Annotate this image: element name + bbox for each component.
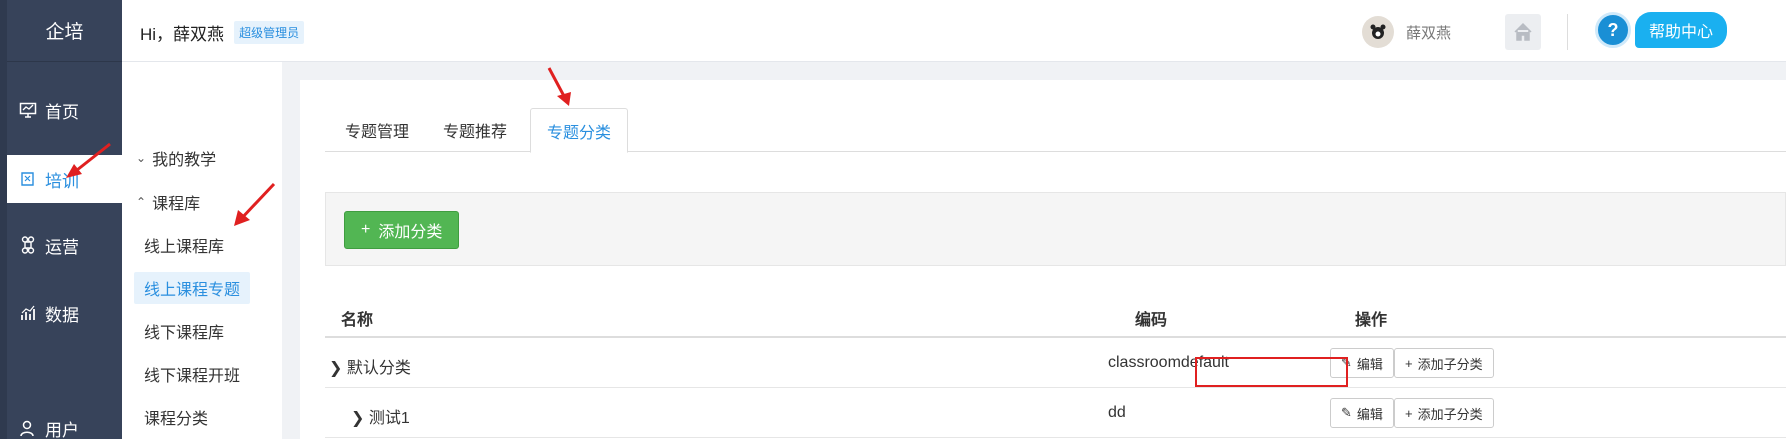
- row-code: dd: [1108, 404, 1126, 421]
- row-name-text: 默认分类: [346, 360, 411, 377]
- rail-item-label: 用户: [45, 420, 79, 439]
- main-nav-rail: 企培 首页 培训 运营 数据 用户: [0, 0, 122, 439]
- edit-icon: ✎: [1341, 405, 1352, 420]
- tab-bar: 专题管理 专题推荐 专题分类: [325, 108, 1786, 153]
- rail-item-users[interactable]: 用户: [7, 404, 122, 439]
- rail-item-label: 数据: [45, 305, 79, 325]
- rail-item-data[interactable]: 数据: [7, 289, 122, 337]
- chevron-up-icon: ⌃: [136, 195, 147, 209]
- chevron-down-icon: ⌄: [136, 151, 147, 165]
- header-name: 名称: [341, 312, 374, 329]
- add-category-button[interactable]: + 添加分类: [344, 211, 460, 249]
- sub-sidebar: ⌄ 我的教学 ⌃ 课程库 线上课程库 线上课程专题 线下课程库 线下课程开班 课…: [122, 62, 282, 439]
- top-header: Hi，薛双燕 超级管理员 薛双燕 ? 帮助中心: [122, 0, 1786, 62]
- chevron-down-icon[interactable]: ❯: [329, 360, 342, 377]
- subnav-item-online-topics[interactable]: 线上课程专题: [134, 272, 251, 304]
- subnav-item-offline-library[interactable]: 线下课程库: [144, 315, 224, 347]
- subnav-group-course-library[interactable]: ⌃ 课程库: [136, 186, 200, 218]
- help-center-label[interactable]: 帮助中心: [1635, 12, 1728, 48]
- help-question-icon[interactable]: ?: [1595, 12, 1631, 48]
- main-panel: 专题管理 专题推荐 专题分类 + 添加分类 名称 编码 操作 ❯ 默认分类 cl…: [300, 80, 1786, 439]
- subnav-group-label: 我的教学: [152, 152, 217, 169]
- add-child-label: 添加子分类: [1417, 356, 1483, 372]
- row-name-text: 测试1: [368, 410, 410, 427]
- add-category-label: 添加分类: [378, 224, 443, 241]
- greeting: Hi，薛双燕 超级管理员: [140, 20, 305, 45]
- subnav-item-course-categories[interactable]: 课程分类: [144, 401, 208, 433]
- add-child-button[interactable]: + 添加子分类: [1394, 398, 1494, 428]
- rail-edge: [0, 0, 7, 439]
- role-badge: 超级管理员: [234, 21, 305, 44]
- home-icon: [1514, 22, 1532, 41]
- header-divider: [1567, 14, 1568, 50]
- home-button[interactable]: [1505, 14, 1541, 50]
- user-menu[interactable]: 薛双燕: [1362, 16, 1451, 48]
- annotation-highlight-box: [1195, 357, 1348, 387]
- plus-icon: +: [361, 221, 371, 238]
- subnav-item-offline-classes[interactable]: 线下课程开班: [144, 358, 240, 390]
- annotation-arrow: [547, 67, 571, 106]
- bar-chart-icon: [21, 305, 35, 320]
- header-actions: 操作: [1355, 312, 1388, 329]
- edit-label: 编辑: [1356, 356, 1383, 372]
- rail-item-home[interactable]: 首页: [7, 86, 122, 134]
- plus-icon: +: [1405, 405, 1413, 421]
- row-name[interactable]: ❯ 测试1: [351, 404, 410, 428]
- help-center[interactable]: ? 帮助中心: [1595, 12, 1728, 48]
- username[interactable]: 薛双燕: [1406, 22, 1451, 43]
- tab-topic-management[interactable]: 专题管理: [345, 108, 409, 152]
- category-table: 名称 编码 操作 ❯ 默认分类 classroomdefault ✎ 编辑 + …: [325, 290, 1786, 438]
- table-row: ❯ 测试1 dd ✎ 编辑 + 添加子分类: [325, 388, 1786, 438]
- brand-logo[interactable]: 企培: [7, 0, 122, 62]
- tab-topic-recommend[interactable]: 专题推荐: [443, 108, 507, 152]
- chevron-down-icon[interactable]: ❯: [351, 410, 364, 427]
- annotation-arrow: [234, 182, 276, 226]
- toolbar: + 添加分类: [325, 192, 1786, 266]
- rail-item-label: 首页: [45, 102, 79, 122]
- add-child-button[interactable]: + 添加子分类: [1394, 348, 1494, 378]
- tab-topic-category[interactable]: 专题分类: [530, 108, 629, 153]
- rail-item-label: 运营: [45, 237, 79, 257]
- command-icon: [21, 236, 35, 254]
- plus-icon: +: [1405, 355, 1413, 371]
- table-header: 名称 编码 操作: [325, 290, 1786, 338]
- add-child-label: 添加子分类: [1417, 406, 1483, 422]
- book-icon: [21, 172, 34, 186]
- header-code: 编码: [1135, 312, 1168, 329]
- subnav-item-online-library[interactable]: 线上课程库: [144, 229, 224, 261]
- avatar[interactable]: [1362, 16, 1394, 48]
- greeting-text: Hi，薛双燕: [140, 25, 225, 44]
- table-row: ❯ 默认分类 classroomdefault ✎ 编辑 + 添加子分类: [325, 338, 1786, 388]
- annotation-arrow: [66, 142, 111, 178]
- avatar-icon: [1370, 24, 1386, 39]
- subnav-group-label: 课程库: [152, 196, 201, 213]
- edit-button[interactable]: ✎ 编辑: [1330, 398, 1394, 428]
- edit-label: 编辑: [1356, 406, 1383, 422]
- user-icon: [20, 420, 34, 437]
- row-name[interactable]: ❯ 默认分类: [329, 354, 411, 378]
- rail-item-operations[interactable]: 运营: [7, 221, 122, 269]
- subnav-group-my-teaching[interactable]: ⌄ 我的教学: [136, 142, 216, 174]
- monitor-icon: [19, 102, 37, 118]
